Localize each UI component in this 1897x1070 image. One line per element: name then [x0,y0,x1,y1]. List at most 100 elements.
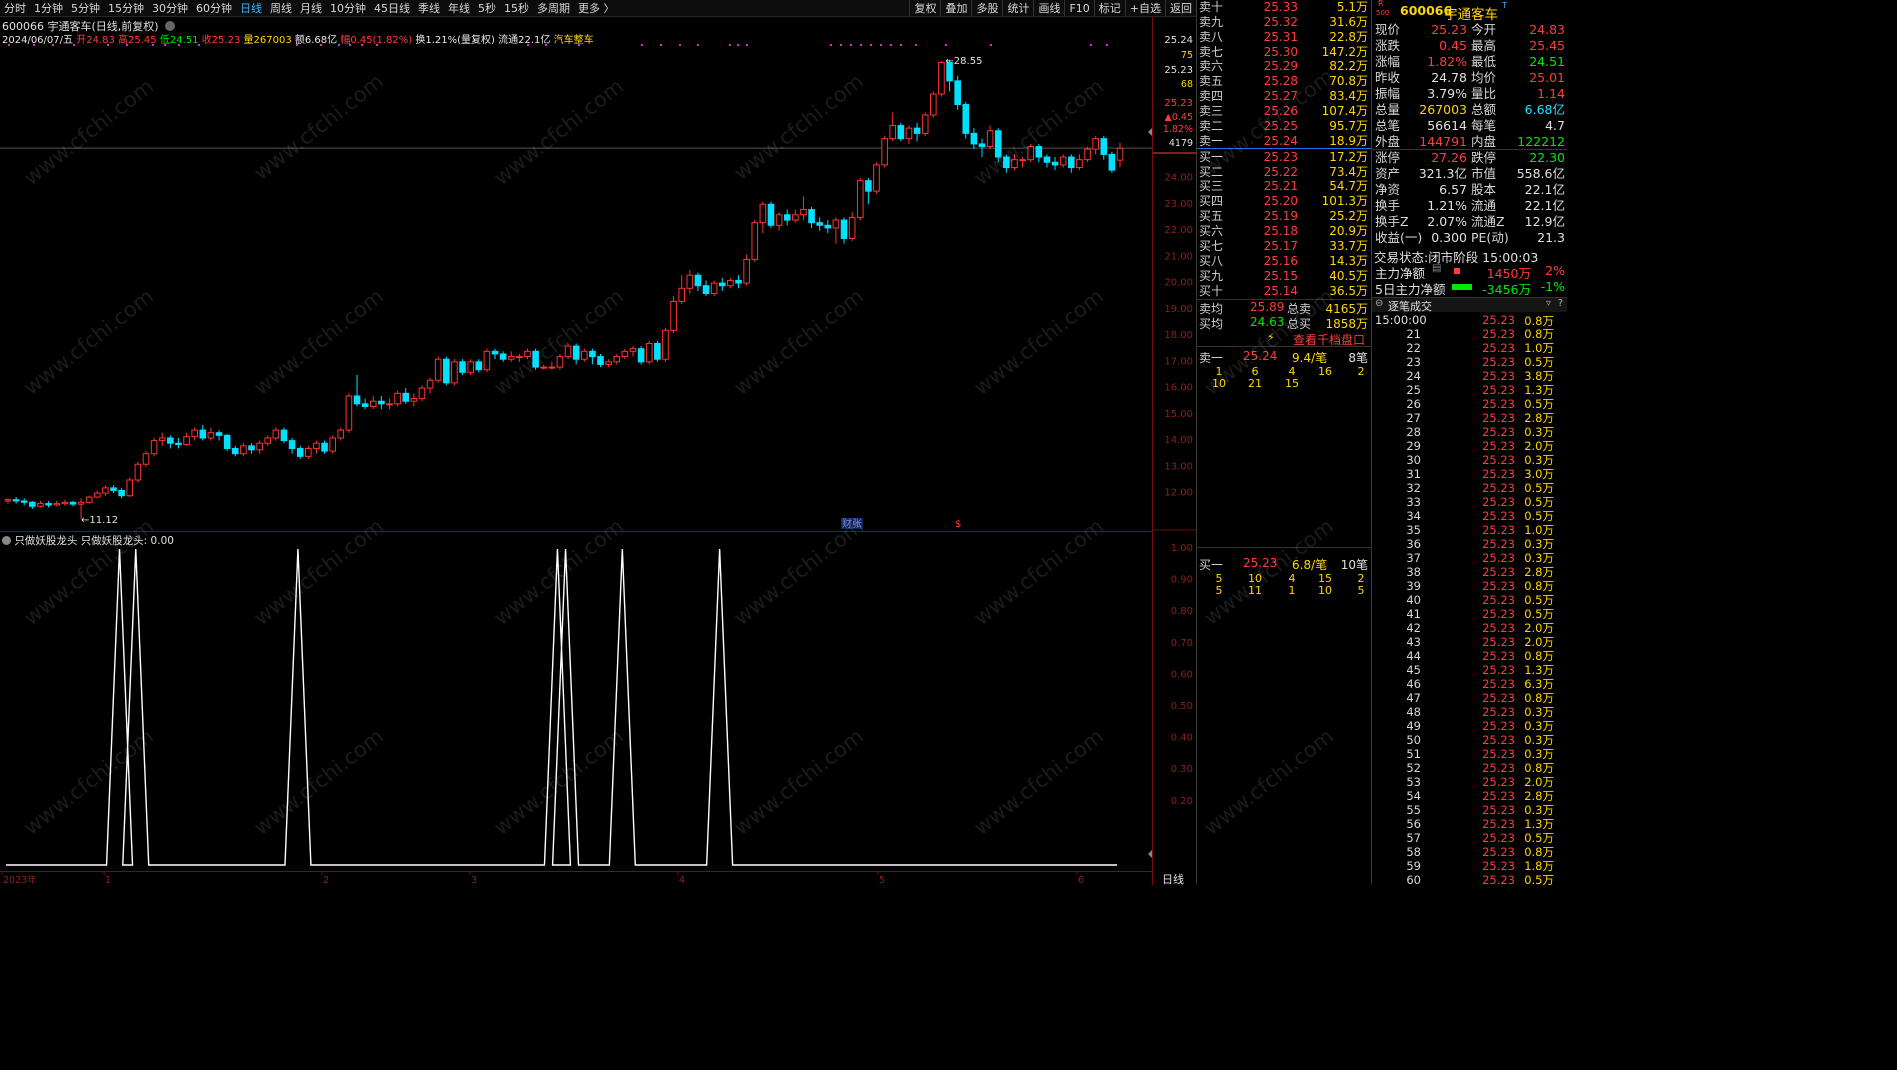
candle[interactable] [491,348,499,360]
candle[interactable] [329,435,336,454]
candle[interactable] [775,212,783,231]
period-tab[interactable]: 日线 [236,0,266,16]
candle[interactable] [800,196,807,221]
candle[interactable] [727,277,734,289]
candle[interactable] [783,209,791,226]
candle[interactable] [767,201,775,228]
candle[interactable] [264,435,272,446]
candle[interactable] [694,272,702,291]
candle[interactable] [4,498,12,504]
bid-level[interactable]: 买三 25.21 54.7万 [1197,179,1371,194]
period-tab[interactable]: 1分钟 [30,0,67,16]
candle[interactable] [1043,154,1051,168]
candle[interactable] [45,500,52,508]
candle[interactable] [613,353,621,365]
candle[interactable] [231,445,239,457]
candle[interactable] [191,427,198,441]
candle[interactable] [816,217,823,231]
candle[interactable] [167,435,174,449]
candle[interactable] [1067,154,1075,173]
candle[interactable] [240,443,247,457]
period-tab[interactable]: 15秒 [500,0,533,16]
candle[interactable] [118,487,125,499]
candle[interactable] [986,125,994,150]
candle[interactable] [53,500,61,507]
candle[interactable] [970,128,978,150]
candle[interactable] [475,359,483,373]
candle[interactable] [938,61,945,97]
period-tab[interactable]: 多周期 [533,0,574,16]
period-tab[interactable]: 60分钟 [192,0,236,16]
candle[interactable] [589,348,596,365]
candle[interactable] [930,91,937,118]
ask-level[interactable]: 卖六 25.29 82.2万 [1197,59,1371,74]
candle[interactable] [215,430,223,441]
candle[interactable] [572,343,580,365]
candle[interactable] [540,364,548,370]
bid-level[interactable]: 买九 25.15 40.5万 [1197,269,1371,284]
candle[interactable] [678,275,685,305]
candle[interactable] [654,340,661,362]
candle[interactable] [61,499,69,506]
candle[interactable] [353,374,361,407]
candle[interactable] [126,477,134,498]
candle[interactable] [921,112,929,137]
candle[interactable] [20,498,28,505]
candle[interactable] [824,220,832,234]
candle[interactable] [759,201,767,234]
candle[interactable] [467,359,474,375]
candle[interactable] [718,277,726,291]
ask-level[interactable]: 卖一 25.24 18.9万 [1197,134,1371,149]
candle[interactable] [605,359,612,368]
candle[interactable] [313,440,320,454]
candle[interactable] [434,356,442,383]
candle[interactable] [451,359,458,386]
ask-level[interactable]: 卖三 25.26 107.4万 [1197,104,1371,119]
candle[interactable] [29,500,36,509]
candlestick-chart[interactable]: ←28.55←11.12财张$ [0,44,1152,530]
ask-level[interactable]: 卖八 25.31 22.8万 [1197,30,1371,45]
candle[interactable] [378,395,385,410]
candle[interactable] [134,461,142,483]
candle[interactable] [994,128,1002,163]
candle[interactable] [1108,151,1116,173]
candle[interactable] [897,122,905,142]
toolbar-button[interactable]: 叠加 [940,0,971,16]
period-tab[interactable]: 月线 [296,0,326,16]
candle[interactable] [637,346,645,365]
candle[interactable] [702,280,710,297]
candle[interactable] [743,254,750,286]
candle[interactable] [69,500,77,507]
toolbar-button[interactable]: 统计 [1002,0,1033,16]
candle[interactable] [272,427,280,441]
candle[interactable] [840,217,848,244]
period-tab[interactable]: 15分钟 [104,0,148,16]
candle[interactable] [37,500,44,508]
indicator-toggle-icon[interactable] [2,536,11,545]
help-icon[interactable]: ? [1558,298,1563,309]
candle[interactable] [629,346,637,357]
candle[interactable] [369,395,377,410]
period-tab[interactable]: 45日线 [370,0,414,16]
candle[interactable] [1011,154,1018,171]
candle[interactable] [1116,142,1124,168]
ask-level[interactable]: 卖二 25.25 95.7万 [1197,119,1371,134]
period-tab[interactable]: 分时 [0,0,30,16]
lightning-icon[interactable]: ⚡ [1267,331,1275,344]
toolbar-button[interactable]: F10 [1064,0,1093,16]
bid-level[interactable]: 买一 25.23 17.2万 [1197,150,1371,165]
candle[interactable] [386,398,393,410]
toolbar-button[interactable]: +自选 [1124,0,1165,16]
period-tab[interactable]: 30分钟 [148,0,192,16]
candle[interactable] [848,212,856,242]
candle[interactable] [288,437,296,454]
candle[interactable] [183,432,190,446]
bid-level[interactable]: 买八 25.16 14.3万 [1197,254,1371,269]
candle[interactable] [580,348,588,362]
candle[interactable] [426,377,434,394]
candle[interactable] [459,359,466,375]
candle[interactable] [1051,157,1059,171]
candle[interactable] [85,495,93,504]
info-toggle-icon[interactable] [165,21,176,31]
candle[interactable] [345,393,353,433]
